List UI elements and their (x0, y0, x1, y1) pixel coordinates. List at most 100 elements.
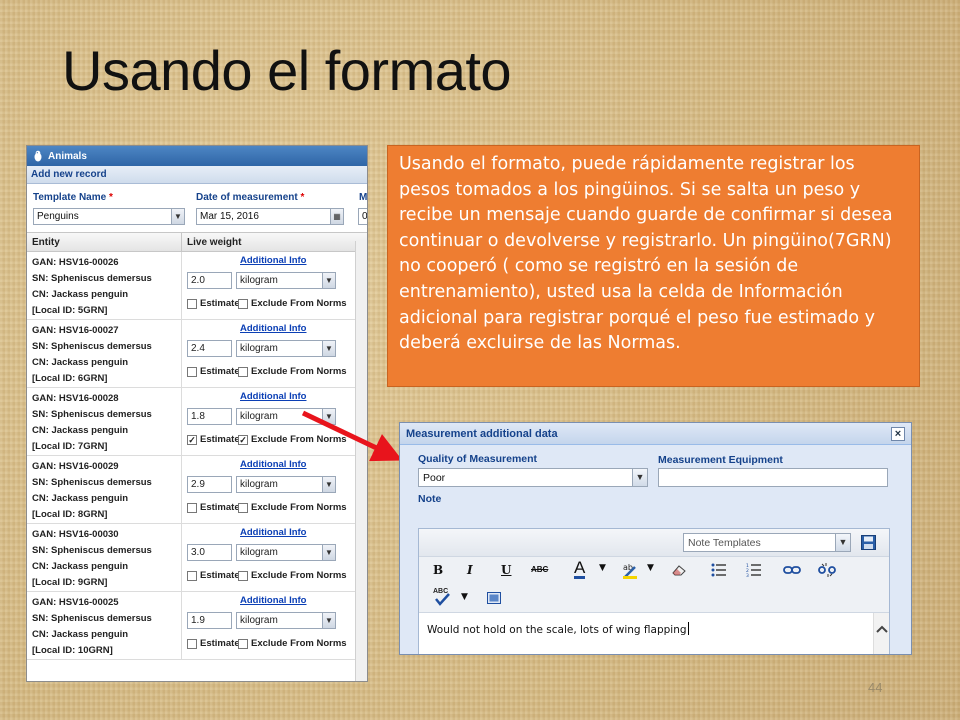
chevron-down-icon[interactable]: ▼ (322, 613, 335, 628)
chevron-down-icon[interactable]: ▼ (322, 273, 335, 288)
live-weight-input[interactable]: 3.0 (187, 544, 232, 561)
note-text-area[interactable]: Would not hold on the scale, lots of win… (419, 613, 889, 654)
sn-text: SN: Spheniscus demersus (32, 273, 152, 284)
bullet-list-icon[interactable] (711, 563, 727, 577)
note-scrollbar[interactable] (873, 613, 889, 654)
exclude-from-norms-checkbox[interactable]: Exclude From Norms (238, 298, 347, 309)
measurement-equipment-field[interactable] (658, 468, 888, 487)
table-row: GAN: HSV16-00025 SN: Spheniscus demersus C… (27, 592, 367, 660)
chevron-down-icon[interactable]: ▼ (647, 563, 654, 573)
chevron-down-icon[interactable]: ▼ (599, 563, 606, 573)
chevron-down-icon[interactable]: ▼ (171, 209, 184, 224)
quality-of-measurement-combo[interactable]: Poor ▼ (418, 468, 648, 487)
exclude-from-norms-checkbox[interactable]: Exclude From Norms (238, 570, 347, 581)
eraser-icon[interactable] (671, 563, 687, 577)
exclude-box[interactable] (238, 570, 248, 581)
note-label: Note (418, 493, 442, 505)
estimate-label: Estimate (200, 434, 240, 445)
font-color-button[interactable]: A (574, 559, 586, 579)
estimate-checkbox[interactable]: Estimate (187, 366, 240, 377)
record-form: Template Name * Penguins ▼ Date of measu… (27, 184, 367, 232)
numbered-list-icon[interactable]: 1 2 3 (746, 563, 762, 577)
template-name-value: Penguins (37, 211, 79, 222)
unit-combo[interactable]: kilogram ▼ (236, 476, 336, 493)
unit-combo[interactable]: kilogram ▼ (236, 272, 336, 289)
estimate-box[interactable]: ✓ (187, 434, 197, 445)
exclude-from-norms-checkbox[interactable]: Exclude From Norms (238, 502, 347, 513)
live-weight-input[interactable]: 2.0 (187, 272, 232, 289)
live-weight-input[interactable]: 1.9 (187, 612, 232, 629)
formatting-toolbar: B I U ABC A ▼ ab ▼ 1 2 3 ABC ▼ (419, 557, 889, 613)
live-weight-input[interactable]: 2.4 (187, 340, 232, 357)
grid-scrollbar[interactable] (355, 241, 367, 681)
chevron-down-icon[interactable]: ▼ (322, 477, 335, 492)
date-of-measurement-field[interactable]: Mar 15, 2016 ▦ (196, 208, 344, 225)
chevron-down-icon[interactable]: ▼ (322, 341, 335, 356)
close-icon[interactable]: × (891, 427, 905, 441)
live-weight-input[interactable]: 1.8 (187, 408, 232, 425)
unit-combo[interactable]: kilogram ▼ (236, 544, 336, 561)
exclude-box[interactable] (238, 366, 248, 377)
template-name-label: Template Name * (33, 192, 113, 203)
chevron-down-icon[interactable]: ▼ (632, 469, 647, 486)
chevron-down-icon[interactable]: ▼ (322, 409, 335, 424)
source-edit-icon[interactable] (487, 592, 501, 604)
slide-title: Usando el formato (62, 39, 512, 102)
dialog-body: Quality of Measurement Poor ▼ Measuremen… (400, 445, 911, 654)
exclude-box[interactable] (238, 298, 248, 309)
underline-button[interactable]: U (501, 563, 511, 577)
estimate-box[interactable] (187, 502, 197, 513)
italic-button[interactable]: I (467, 563, 473, 577)
chevron-down-icon[interactable]: ▼ (461, 592, 468, 602)
estimate-label: Estimate (200, 366, 240, 377)
calendar-icon[interactable]: ▦ (330, 209, 343, 224)
date-value: Mar 15, 2016 (200, 211, 259, 222)
unit-combo[interactable]: kilogram ▼ (236, 408, 336, 425)
strikethrough-button[interactable]: ABC (531, 565, 548, 574)
spellcheck-button[interactable]: ABC (433, 588, 453, 606)
estimate-checkbox[interactable]: Estimate (187, 638, 240, 649)
estimate-box[interactable] (187, 298, 197, 309)
additional-info-link[interactable]: Additional Info (240, 255, 307, 266)
highlight-icon[interactable]: ab (621, 561, 639, 579)
col-live-weight-header[interactable]: Live weight (187, 237, 241, 248)
chevron-down-icon[interactable]: ▼ (322, 545, 335, 560)
estimate-box[interactable] (187, 638, 197, 649)
weight-value: 1.9 (191, 615, 205, 626)
estimate-checkbox[interactable]: ✓ Estimate (187, 434, 240, 445)
estimate-checkbox[interactable]: Estimate (187, 298, 240, 309)
animals-panel-header: Animals (27, 146, 367, 166)
exclude-box[interactable]: ✓ (238, 434, 248, 445)
additional-info-link[interactable]: Additional Info (240, 459, 307, 470)
link-icon[interactable] (783, 564, 801, 576)
additional-info-link[interactable]: Additional Info (240, 595, 307, 606)
exclude-from-norms-checkbox[interactable]: Exclude From Norms (238, 638, 347, 649)
unit-combo[interactable]: kilogram ▼ (236, 612, 336, 629)
additional-info-link[interactable]: Additional Info (240, 527, 307, 538)
col-entity-header[interactable]: Entity (32, 237, 60, 248)
bold-button[interactable]: B (433, 563, 443, 577)
exclude-box[interactable] (238, 502, 248, 513)
estimate-box[interactable] (187, 366, 197, 377)
method-field-cut[interactable]: 0 (358, 208, 367, 225)
grid-rows: GAN: HSV16-00026 SN: Spheniscus demersus C… (27, 252, 367, 660)
estimate-checkbox[interactable]: Estimate (187, 570, 240, 581)
animals-panel: Animals Add new record Template Name * P… (26, 145, 368, 682)
exclude-from-norms-checkbox[interactable]: ✓ Exclude From Norms (238, 434, 347, 445)
exclude-from-norms-checkbox[interactable]: Exclude From Norms (238, 366, 347, 377)
estimate-checkbox[interactable]: Estimate (187, 502, 240, 513)
chevron-up-icon[interactable] (876, 625, 888, 633)
chevron-down-icon[interactable]: ▼ (835, 534, 850, 551)
additional-info-link[interactable]: Additional Info (240, 323, 307, 334)
unlink-icon[interactable] (818, 562, 836, 578)
estimate-box[interactable] (187, 570, 197, 581)
live-weight-input[interactable]: 2.9 (187, 476, 232, 493)
exclude-box[interactable] (238, 638, 248, 649)
note-templates-combo[interactable]: Note Templates ▼ (683, 533, 851, 552)
note-templates-value: Note Templates (688, 537, 761, 549)
save-icon[interactable] (861, 535, 876, 550)
unit-combo[interactable]: kilogram ▼ (236, 340, 336, 357)
quality-value: Poor (423, 472, 446, 484)
additional-info-link[interactable]: Additional Info (240, 391, 307, 402)
template-name-combo[interactable]: Penguins ▼ (33, 208, 185, 225)
